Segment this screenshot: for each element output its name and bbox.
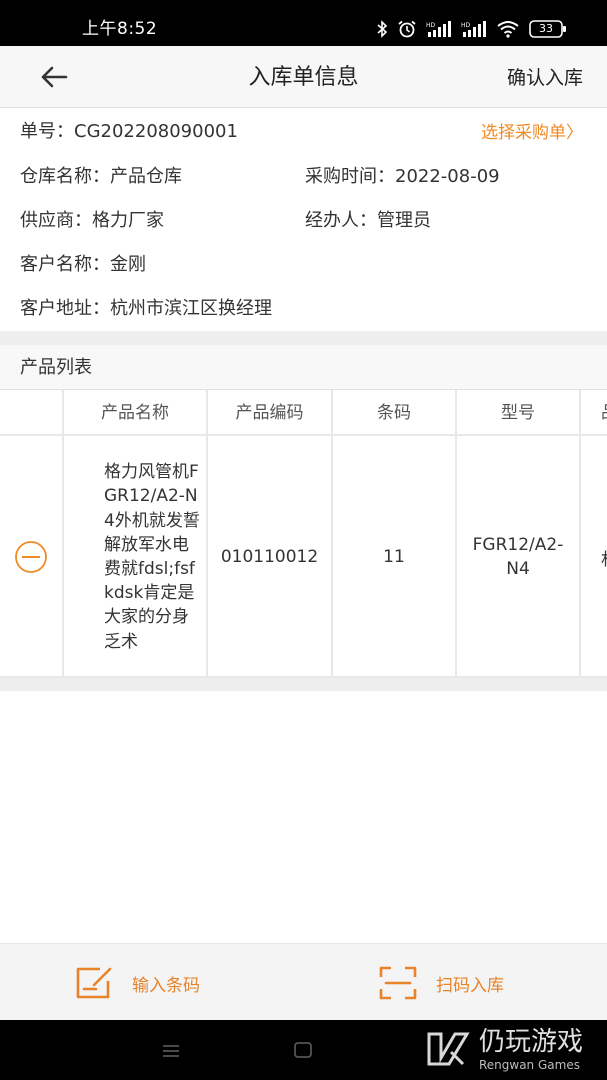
section-divider (0, 331, 607, 345)
order-info: 单号：CG202208090001 选择采购单〉 仓库名称：产品仓库 采购时间：… (0, 108, 607, 331)
product-extra: 村 (581, 436, 607, 678)
column-header-code: 产品编码 (208, 390, 333, 436)
scan-icon (379, 966, 417, 1000)
watermark-logo-icon (427, 1032, 470, 1066)
column-header-extra: 品 (581, 390, 607, 436)
select-purchase-order-link[interactable]: 选择采购单〉 (481, 121, 583, 145)
menu-button[interactable] (162, 1043, 180, 1062)
watermark-main: 仍玩游戏 (478, 1027, 583, 1057)
product-code: 010110012 (208, 436, 333, 678)
product-barcode: 11 (333, 436, 457, 678)
watermark-sub: Rengwan Games (478, 1058, 580, 1072)
watermark: 仍玩游戏 Rengwan Games (425, 1020, 583, 1080)
customer-name: 客户名称：金刚 (20, 254, 146, 275)
edit-note-icon (76, 967, 112, 999)
customer-address: 客户地址：杭州市滨江区换经理 (20, 298, 272, 319)
table-row: 格力风管机FGR12/A2-N4外机就发誓解放军水电费就fdsl;fsfkdsk… (0, 436, 607, 678)
input-barcode-label: 输入条码 (132, 975, 200, 996)
product-table[interactable]: 产品名称 产品编码 条码 型号 品 格力风管机FGR12/A2-N4外机就发誓解… (0, 390, 607, 678)
watermark-text: 仍玩游戏 Rengwan Games (479, 1027, 583, 1073)
alarm-icon (397, 20, 417, 38)
status-bar: 上午8:52 HD HD 33 (0, 0, 607, 46)
supplier: 供应商：格力厂家 (20, 210, 164, 231)
signal-icon: HD (461, 21, 487, 37)
home-button[interactable] (294, 1042, 312, 1062)
product-list-title: 产品列表 (20, 357, 92, 378)
purchase-time: 采购时间：2022-08-09 (305, 166, 500, 187)
svg-text:HD: HD (426, 22, 436, 29)
bottom-action-bar: 输入条码 扫码入库 (0, 943, 607, 1020)
battery-icon: 33 (529, 20, 567, 38)
home-square-icon (294, 1042, 312, 1058)
warehouse-name: 仓库名称：产品仓库 (20, 166, 182, 187)
app-header: 入库单信息 确认入库 (0, 46, 607, 108)
product-name-cell: 格力风管机FGR12/A2-N4外机就发誓解放军水电费就fdsl;fsfkdsk… (64, 436, 208, 678)
column-header-barcode: 条码 (333, 390, 457, 436)
product-model: FGR12/A2-N4 (457, 436, 581, 678)
svg-text:HD: HD (461, 22, 471, 29)
confirm-stock-in-button[interactable]: 确认入库 (507, 65, 583, 91)
order-number: 单号：CG202208090001 (20, 121, 238, 142)
status-time: 上午8:52 (82, 19, 158, 39)
product-name: 格力风管机FGR12/A2-N4外机就发誓解放军水电费就fdsl;fsfkdsk… (104, 462, 200, 652)
bluetooth-icon (376, 20, 388, 38)
table-divider (0, 678, 607, 691)
status-icons: HD HD 33 (376, 18, 567, 40)
navigation-bar: 仍玩游戏 Rengwan Games (0, 1020, 607, 1080)
input-barcode-button[interactable]: 输入条码 (74, 964, 200, 1002)
remove-circle-icon[interactable] (14, 540, 48, 574)
scan-stock-in-button[interactable]: 扫码入库 (378, 964, 504, 1002)
menu-icon (163, 1045, 179, 1057)
handler: 经办人：管理员 (305, 210, 431, 231)
signal-icon: HD (426, 21, 452, 37)
table-header: 产品名称 产品编码 条码 型号 品 (0, 390, 607, 436)
product-list-header: 产品列表 (0, 345, 607, 390)
scan-stock-in-label: 扫码入库 (436, 975, 504, 996)
remove-cell (0, 436, 64, 678)
column-header-name: 产品名称 (64, 390, 208, 436)
column-header-action (0, 390, 64, 436)
battery-level: 33 (539, 22, 553, 35)
column-header-model: 型号 (457, 390, 581, 436)
wifi-icon (496, 20, 520, 38)
